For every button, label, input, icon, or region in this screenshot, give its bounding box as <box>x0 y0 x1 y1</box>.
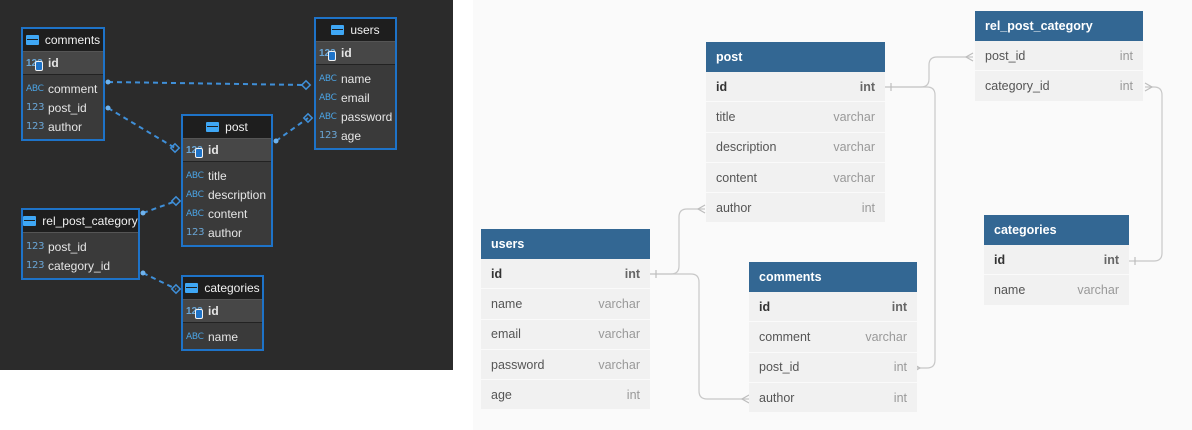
dark-column-row: ABC name <box>319 71 372 86</box>
dark-column-row: ABC description <box>186 187 267 202</box>
key-icon: 123 <box>186 306 206 319</box>
light-column-row: id int <box>481 259 650 290</box>
dark-table-users[interactable]: users 123 id ABC name ABC email ABC passwor… <box>314 17 397 150</box>
dark-column-row: ABC title <box>186 168 227 183</box>
dark-column-row: ABC comment <box>26 81 98 96</box>
key-icon: 123 <box>186 145 206 158</box>
light-table-users[interactable]: users id int name varchar email varchar pas… <box>481 229 650 411</box>
light-table-header: users <box>481 229 650 259</box>
edge-comments-users <box>107 81 307 86</box>
table-icon <box>331 25 345 35</box>
dark-column-row: ABC email <box>319 90 370 105</box>
table-icon <box>25 35 39 45</box>
light-column-row: title varchar <box>706 102 885 133</box>
light-column-row: name varchar <box>481 289 650 320</box>
dark-table-header: rel_post_category <box>23 210 138 233</box>
light-column-row: id int <box>706 72 885 103</box>
dark-column-row: 123 author <box>26 119 83 134</box>
dark-column-row: ABC name <box>186 329 239 344</box>
light-column-row: category_id int <box>975 71 1143 102</box>
edge-categories-rel <box>1129 86 1163 262</box>
light-column-row: content varchar <box>706 163 885 194</box>
edge-post-rel <box>885 56 973 88</box>
dark-table-comments[interactable]: comments 123 id ABC comment 123 post_id 12… <box>21 27 105 141</box>
edge-rel-post <box>142 200 177 214</box>
light-column-row: description varchar <box>706 133 885 163</box>
dark-table-header: categories <box>183 277 262 300</box>
table-icon <box>206 122 220 132</box>
table-icon <box>185 283 199 293</box>
edge-comments-post <box>107 107 176 149</box>
dark-table-post[interactable]: post 123 id ABC title ABC description ABC c… <box>181 114 273 247</box>
table-icon <box>23 216 37 226</box>
dark-pk-row: 123 id <box>183 139 271 162</box>
dark-column-row: 123 post_id <box>26 239 87 254</box>
dark-table-rel-post-category[interactable]: rel_post_category 123 post_id 123 category… <box>21 208 140 280</box>
light-column-row: name varchar <box>984 275 1129 306</box>
light-column-row: author int <box>706 193 885 224</box>
light-table-post[interactable]: post id int title varchar description varch… <box>706 42 885 224</box>
dark-column-row: 123 post_id <box>26 100 87 115</box>
light-table-header: categories <box>984 215 1129 245</box>
dark-column-row: ABC content <box>186 206 248 221</box>
dark-table-categories[interactable]: categories 123 id ABC name <box>181 275 264 351</box>
light-column-row: email varchar <box>481 320 650 350</box>
dark-pk-row: 123 id <box>183 300 262 323</box>
dark-table-header: post <box>183 116 271 139</box>
light-table-rel-post-category[interactable]: rel_post_category post_id int category_id… <box>975 11 1143 102</box>
light-column-row: post_id int <box>975 41 1143 72</box>
dark-column-row: 123 age <box>319 128 362 143</box>
dark-erd-panel: comments 123 id ABC comment 123 post_id 12… <box>0 0 453 370</box>
light-column-row: author int <box>749 383 917 414</box>
dark-column-row: ABC password <box>319 109 393 124</box>
light-table-header: post <box>706 42 885 72</box>
light-column-row: age int <box>481 380 650 411</box>
light-erd-panel: post id int title varchar description varch… <box>473 0 1192 430</box>
light-table-header: comments <box>749 262 917 292</box>
key-icon: 123 <box>26 58 46 71</box>
edge-users-post <box>650 208 705 275</box>
dark-column-row: 123 category_id <box>26 258 111 273</box>
edge-users-comments <box>650 273 749 400</box>
dark-table-header: comments <box>23 29 103 52</box>
light-column-row: id int <box>984 245 1129 276</box>
light-column-row: post_id int <box>749 353 917 383</box>
light-column-row: comment varchar <box>749 322 917 353</box>
light-column-row: password varchar <box>481 350 650 381</box>
key-icon: 123 <box>319 48 339 61</box>
edge-rel-categories <box>142 272 177 290</box>
dark-table-header: users <box>316 19 395 42</box>
light-table-comments[interactable]: comments id int comment varchar post_id int… <box>749 262 917 414</box>
light-table-categories[interactable]: categories id int name varchar <box>984 215 1129 306</box>
light-column-row: id int <box>749 292 917 323</box>
edge-post-users <box>275 117 309 142</box>
dark-column-row: 123 author <box>186 225 243 240</box>
dark-pk-row: 123 id <box>23 52 103 75</box>
light-table-header: rel_post_category <box>975 11 1143 41</box>
dark-pk-row: 123 id <box>316 42 395 65</box>
